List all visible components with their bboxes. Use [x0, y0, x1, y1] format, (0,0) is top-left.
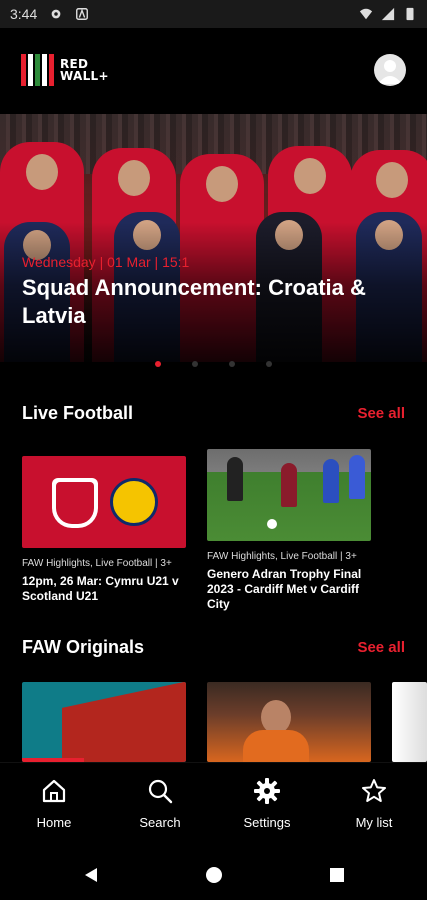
signal-icon	[381, 7, 395, 21]
hero-date: Wednesday | 01 Mar | 15:1	[22, 254, 190, 270]
bottom-navigation: Home Search Settings My list	[0, 762, 427, 850]
card-title: Genero Adran Trophy Final 2023 - Cardiff…	[207, 567, 362, 611]
see-all-live-link[interactable]: See all	[357, 405, 405, 422]
live-card[interactable]: FAW Highlights, Live Football | 3+ Gener…	[207, 449, 371, 612]
nav-label: Search	[139, 815, 181, 830]
card-thumbnail	[207, 682, 371, 762]
nav-my-list[interactable]: My list	[334, 777, 414, 830]
faw-originals-header: FAW Originals See all	[22, 634, 405, 660]
card-meta: FAW Highlights, Live Football | 3+	[22, 558, 172, 569]
carousel-dot[interactable]	[266, 361, 272, 367]
originals-card[interactable]	[22, 682, 186, 762]
nav-settings[interactable]: Settings	[227, 777, 307, 830]
scotland-crest-icon	[110, 478, 158, 526]
search-icon	[148, 779, 173, 804]
card-thumbnail	[22, 682, 186, 762]
nav-label: Home	[36, 815, 72, 830]
wales-crest-icon	[52, 478, 98, 528]
status-time: 3:44	[10, 6, 38, 22]
card-thumbnail	[207, 449, 371, 541]
system-navigation-bar	[0, 850, 427, 900]
nav-search[interactable]: Search	[120, 777, 200, 830]
section-title: Live Football	[22, 402, 134, 423]
logo-stripes	[21, 54, 54, 86]
status-bar: 3:44	[0, 0, 427, 28]
carousel-indicator	[0, 358, 427, 370]
live-football-header: Live Football See all	[22, 400, 405, 426]
carousel-dot[interactable]	[229, 361, 235, 367]
logo-wordmark: RED WALL+	[60, 57, 109, 83]
carousel-dot-active[interactable]	[155, 361, 161, 367]
top-bar: RED WALL+	[0, 28, 427, 114]
recents-icon[interactable]	[328, 866, 346, 884]
profile-avatar-button[interactable]	[374, 54, 406, 86]
carousel-dot[interactable]	[192, 361, 198, 367]
avatar-icon	[378, 60, 402, 84]
see-all-originals-link[interactable]: See all	[357, 639, 405, 656]
gear-icon	[254, 778, 280, 804]
card-thumbnail	[392, 682, 427, 762]
app-logo[interactable]: RED WALL+	[21, 54, 109, 86]
originals-card[interactable]	[392, 682, 427, 762]
battery-icon	[406, 7, 414, 21]
card-meta: FAW Highlights, Live Football | 3+	[207, 551, 357, 562]
gear-icon	[51, 9, 61, 19]
font-icon	[76, 8, 89, 20]
star-icon	[362, 779, 386, 802]
nav-label: My list	[355, 815, 393, 830]
nav-label: Settings	[243, 815, 291, 830]
home-circle-icon[interactable]	[204, 865, 224, 885]
home-icon	[42, 779, 66, 803]
wifi-icon	[359, 8, 373, 20]
section-title: FAW Originals	[22, 636, 145, 657]
hero-title[interactable]: Squad Announcement: Croatia & Latvia	[22, 274, 402, 330]
card-title: 12pm, 26 Mar: Cymru U21 v Scotland U21	[22, 574, 179, 603]
hero-carousel[interactable]: Wednesday | 01 Mar | 15:1 Squad Announce…	[0, 114, 427, 362]
back-icon[interactable]	[82, 866, 100, 884]
originals-card[interactable]	[207, 682, 371, 762]
nav-home[interactable]: Home	[14, 777, 94, 830]
live-card[interactable]: FAW Highlights, Live Football | 3+ 12pm,…	[22, 456, 186, 604]
card-thumbnail	[22, 456, 186, 548]
